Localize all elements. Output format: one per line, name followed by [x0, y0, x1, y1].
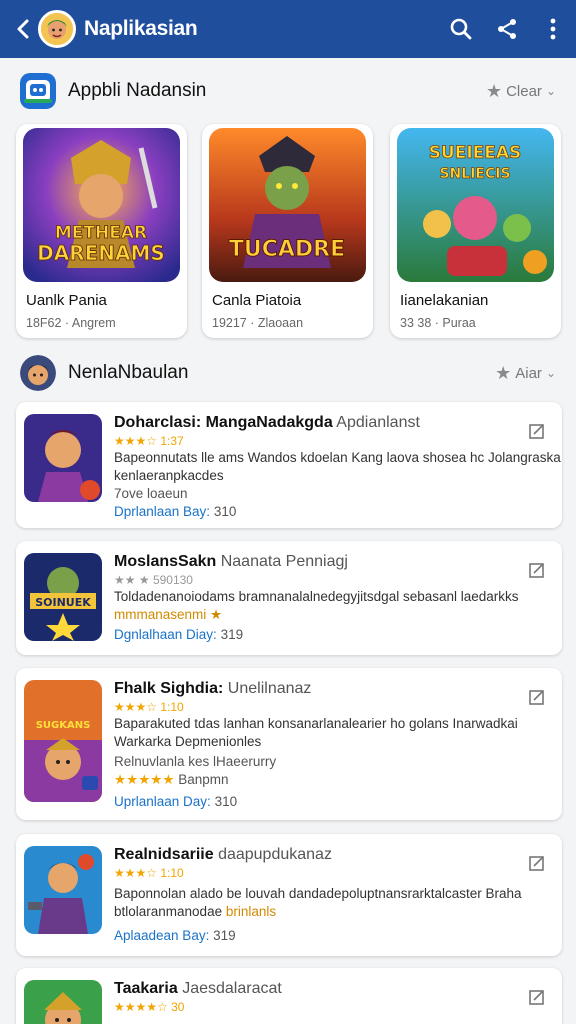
app-title: Naplikasian — [84, 17, 198, 40]
edit-button[interactable] — [526, 986, 548, 1008]
section-sort-button[interactable]: ★ Aiar ⌄ — [495, 363, 556, 384]
art-text: DARENAMS — [37, 241, 165, 265]
more-vertical-icon — [550, 18, 556, 40]
edit-button[interactable] — [526, 686, 548, 708]
game-artwork: SUEIEEAS SNLIECIS — [397, 128, 554, 282]
item-title: MoslansSakn Naanata Penniagj — [114, 553, 348, 570]
rating-stars-secondary: ★★★★★ Banpmn — [114, 772, 229, 787]
item-title: Doharclasi: MangaNadakgda Apdianlanst — [114, 414, 420, 431]
svg-text:SUGKANS: SUGKANS — [36, 720, 91, 731]
section-title: Appbli Nadansin — [68, 80, 207, 101]
item-description: Bapeonnutats lle ams Wandos kdoelan Kang… — [114, 450, 561, 465]
list-item[interactable]: Taakaria Jaesdalaracat ★★★★☆ 30 — [16, 968, 562, 1024]
item-description: Baparakuted tdas lanhan konsanarlanalear… — [114, 716, 518, 731]
chevron-down-icon: ⌄ — [545, 84, 556, 98]
chevron-down-icon: ⌄ — [545, 366, 556, 380]
back-button[interactable] — [10, 0, 36, 58]
featured-card[interactable]: METHEAR DARENAMS Uanlk Pania 18F62 · Ang… — [16, 124, 187, 338]
svg-text:SOINUEK: SOINUEK — [35, 596, 91, 609]
clear-label: Clear — [506, 82, 542, 100]
section-avatar-icon — [20, 355, 56, 391]
section-header-apps: Appbli Nadansin ★ Clear ⌄ — [0, 66, 576, 116]
app-thumbnail: SOINUEK — [24, 553, 102, 641]
rating-stars: ★★★☆ 1:37 — [114, 434, 184, 448]
share-icon — [498, 19, 516, 39]
art-text-top: METHEAR — [55, 223, 147, 243]
item-description: mmmanasenmi ★ — [114, 607, 223, 622]
app-thumbnail: SUGKANS — [24, 680, 102, 802]
main-content[interactable]: Appbli Nadansin ★ Clear ⌄ METHEAR DARENA… — [0, 58, 576, 1024]
item-description: kenlaeranpkacdes — [114, 468, 224, 483]
rating-stars: ★★★☆ 1:10 — [114, 700, 184, 714]
edit-icon — [529, 990, 544, 1005]
edit-icon — [529, 563, 544, 578]
item-title: Fhalk Sighdia: Unelilnanaz — [114, 680, 312, 697]
list-item[interactable]: Doharclasi: MangaNadakgda Apdianlanst ★★… — [16, 402, 562, 528]
rating-stars: ★★★☆ 1:10 — [114, 866, 184, 880]
app-thumbnail — [24, 846, 102, 934]
featured-card[interactable]: SUEIEEAS SNLIECIS Iianelakanian 33 38 · … — [390, 124, 561, 338]
app-name: Iianelakanian — [400, 292, 489, 309]
item-description: Toldadenanoiodams bramnanalalnedegyjitsd… — [114, 589, 519, 604]
app-thumbnail — [24, 414, 102, 502]
list-item[interactable]: Realnidsariie daapupdukanaz ★★★☆ 1:10 Ba… — [16, 834, 562, 956]
art-text: SNLIECIS — [439, 166, 510, 182]
item-description: btlolaranmanodae brinlanls — [114, 904, 277, 919]
sort-label: Aiar — [515, 364, 542, 382]
rating-stars: ★★ ★ 590130 — [114, 573, 193, 587]
edit-icon — [529, 424, 544, 439]
search-button[interactable] — [438, 0, 484, 58]
back-arrow-icon — [17, 19, 29, 39]
art-text-top: SUEIEEAS — [429, 143, 522, 163]
list-item[interactable]: SUGKANS Fhalk Sighdia: Unelilnanaz ★★★☆ … — [16, 668, 562, 820]
app-avatar[interactable] — [38, 10, 76, 48]
section-title: NenlaNbaulan — [68, 362, 189, 383]
item-title: Realnidsariie daapupdukanaz — [114, 846, 332, 863]
search-icon — [450, 18, 472, 40]
app-meta: 18F62 · Angrem — [26, 316, 116, 330]
section-clear-button[interactable]: ★ Clear ⌄ — [486, 81, 556, 102]
edit-button[interactable] — [526, 852, 548, 874]
app-name: Uanlk Pania — [26, 292, 107, 309]
art-text: TUCADRE — [229, 237, 345, 262]
app-meta: 33 38 · Puraa — [400, 316, 476, 330]
item-date: Aplaadean Bay: 319 — [114, 928, 236, 943]
game-artwork: METHEAR DARENAMS — [23, 128, 180, 282]
app-name: Canla Piatoia — [212, 292, 302, 309]
edit-button[interactable] — [526, 420, 548, 442]
edit-button[interactable] — [526, 559, 548, 581]
app-store-icon — [20, 73, 56, 109]
item-description: 7ove loaeun — [114, 486, 188, 501]
item-description: Warkarka Depmenionles — [114, 734, 262, 749]
featured-card[interactable]: TUCADRE Canla Piatoia 19217 · Zlaoaan — [202, 124, 373, 338]
app-meta: 19217 · Zlaoaan — [212, 316, 304, 330]
featured-apps-row: METHEAR DARENAMS Uanlk Pania 18F62 · Ang… — [16, 124, 564, 338]
star-icon: ★ — [485, 80, 503, 101]
app-thumbnail — [24, 980, 102, 1024]
item-title: Taakaria Jaesdalaracat — [114, 980, 282, 997]
app-bar: Naplikasian — [0, 0, 576, 58]
share-button[interactable] — [484, 0, 530, 58]
section-header-list: NenlaNbaulan ★ Aiar ⌄ — [0, 348, 576, 398]
item-date: Dprlanlaan Bay: 310 — [114, 504, 237, 519]
edit-icon — [529, 690, 544, 705]
item-description: Relnuvlanla kes lHaeerurry — [114, 754, 277, 769]
edit-icon — [529, 856, 544, 871]
item-date: Dgnlalhaan Diay: 319 — [114, 627, 244, 642]
list-item[interactable]: SOINUEK MoslansSakn Naanata Penniagj ★★ … — [16, 541, 562, 655]
game-artwork: TUCADRE — [209, 128, 366, 282]
rating-stars: ★★★★☆ 30 — [114, 1000, 185, 1014]
star-icon: ★ — [495, 362, 512, 383]
item-description: Baponnolan alado be louvah dandadepolupt… — [114, 886, 522, 901]
more-options-button[interactable] — [530, 0, 576, 58]
item-date: Uprlanlaan Day: 310 — [114, 794, 238, 809]
